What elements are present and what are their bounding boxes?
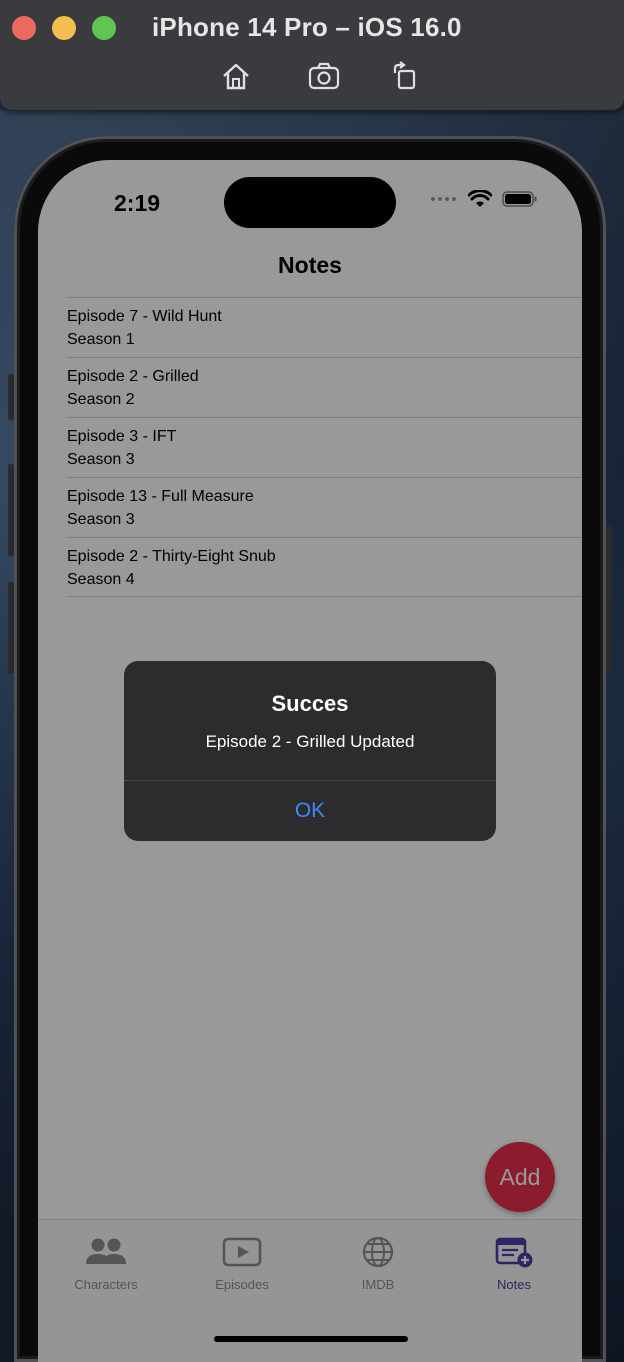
iphone-screen: 2:19 Notes Episode 7 - Wild Hunt Season … (38, 160, 582, 1362)
volume-down-button (8, 582, 14, 674)
alert-title: Succes (271, 691, 349, 716)
success-alert: Succes Episode 2 - Grilled Updated OK (124, 661, 496, 841)
close-window-button[interactable] (12, 16, 36, 40)
volume-up-button (8, 464, 14, 556)
ok-button[interactable]: OK (124, 781, 496, 841)
rotate-icon (393, 61, 416, 90)
alert-message: Episode 2 - Grilled Updated (205, 732, 415, 751)
action-button (8, 374, 14, 420)
power-button (606, 526, 612, 674)
minimize-window-button[interactable] (52, 16, 76, 40)
home-button[interactable] (218, 58, 254, 94)
rotate-button[interactable] (386, 58, 422, 94)
screenshot-button[interactable] (306, 58, 342, 94)
simulator-title: iPhone 14 Pro – iOS 16.0 (152, 12, 462, 42)
simulator-titlebar: iPhone 14 Pro – iOS 16.0 (0, 0, 624, 111)
home-icon (223, 63, 249, 90)
camera-icon (308, 62, 340, 90)
zoom-window-button[interactable] (92, 16, 116, 40)
